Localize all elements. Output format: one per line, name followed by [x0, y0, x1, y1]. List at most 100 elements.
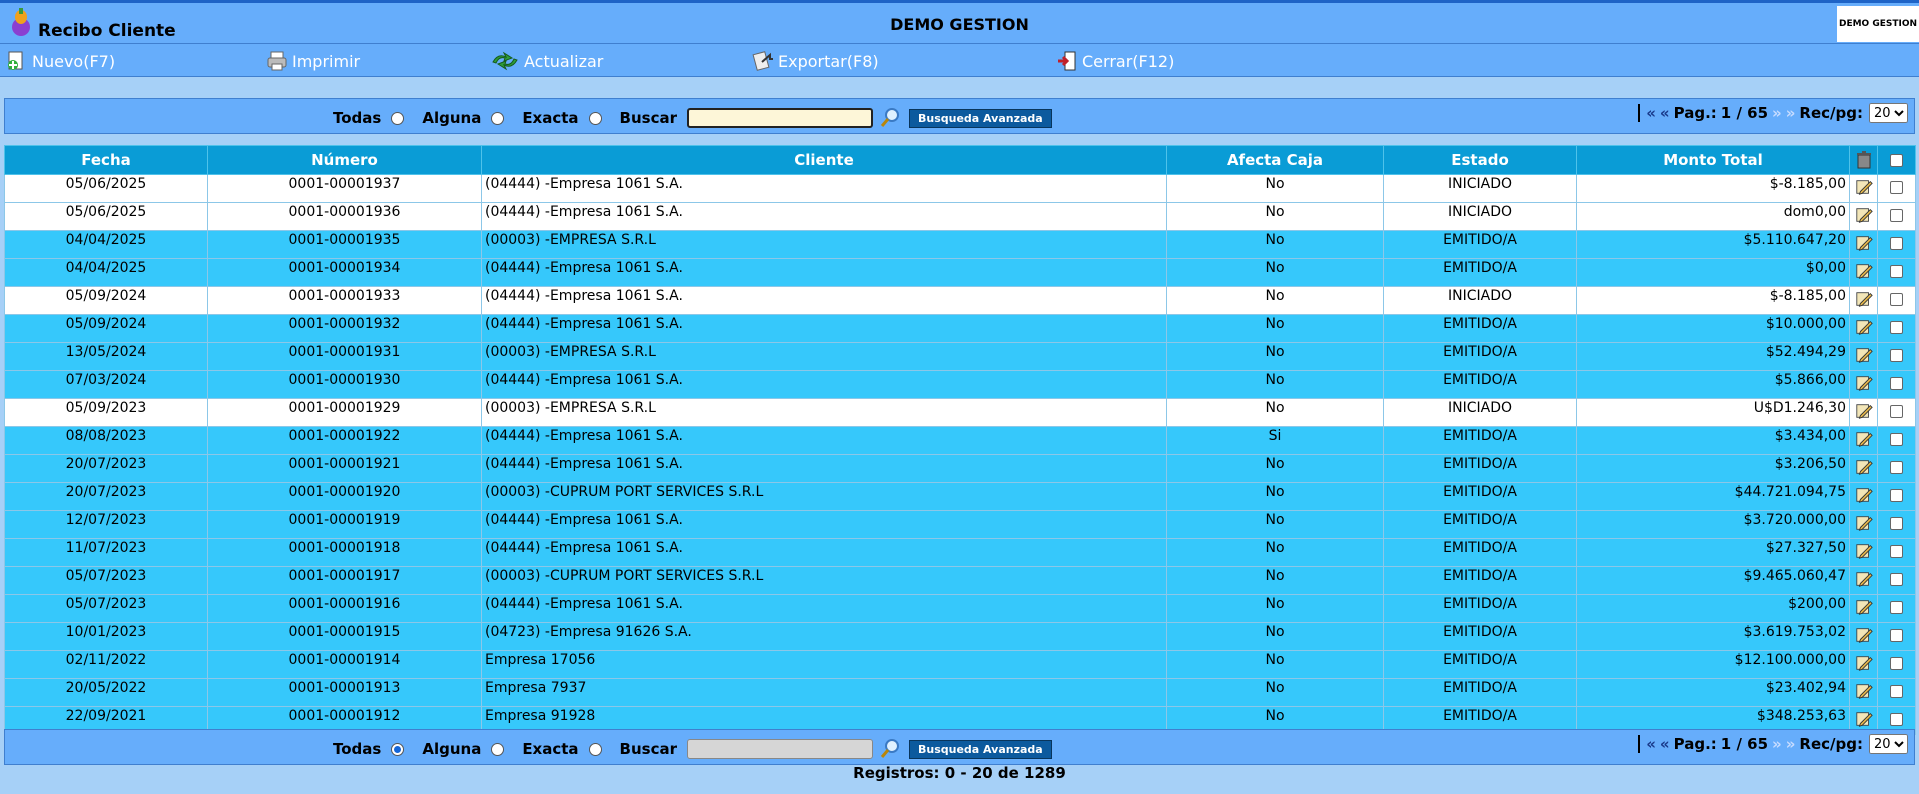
first-page-button[interactable]: «	[1646, 104, 1656, 122]
select-cell[interactable]	[1877, 398, 1916, 427]
edit-icon[interactable]	[1855, 234, 1873, 252]
table-row[interactable]: 11/07/2023 0001-00001918 (04444) -Empresa …	[4, 538, 1916, 567]
select-cell[interactable]	[1877, 594, 1916, 623]
table-row[interactable]: 07/03/2024 0001-00001930 (04444) -Empresa …	[4, 370, 1916, 399]
edit-icon[interactable]	[1855, 682, 1873, 700]
col-numero[interactable]: Número	[207, 145, 482, 175]
col-fecha[interactable]: Fecha	[4, 145, 208, 175]
select-cell[interactable]	[1877, 258, 1916, 287]
row-checkbox[interactable]	[1890, 713, 1903, 726]
edit-cell[interactable]	[1849, 258, 1878, 287]
edit-icon[interactable]	[1855, 710, 1873, 728]
table-row[interactable]: 13/05/2024 0001-00001931 (00003) -EMPRESA …	[4, 342, 1916, 371]
row-checkbox[interactable]	[1890, 573, 1903, 586]
next-page-button[interactable]: »	[1772, 104, 1782, 122]
table-row[interactable]: 05/06/2025 0001-00001937 (04444) -Empresa …	[4, 174, 1916, 203]
edit-cell[interactable]	[1849, 482, 1878, 511]
row-checkbox[interactable]	[1890, 209, 1903, 222]
select-cell[interactable]	[1877, 230, 1916, 259]
row-checkbox[interactable]	[1890, 657, 1903, 670]
edit-cell[interactable]	[1849, 510, 1878, 539]
row-checkbox[interactable]	[1890, 685, 1903, 698]
search-input-bottom[interactable]	[687, 739, 873, 759]
table-row[interactable]: 04/04/2025 0001-00001935 (00003) -EMPRESA …	[4, 230, 1916, 259]
table-row[interactable]: 20/07/2023 0001-00001920 (00003) -CUPRUM P…	[4, 482, 1916, 511]
row-checkbox[interactable]	[1890, 629, 1903, 642]
edit-icon[interactable]	[1855, 598, 1873, 616]
edit-icon[interactable]	[1855, 346, 1873, 364]
edit-cell[interactable]	[1849, 286, 1878, 315]
last-page-button[interactable]: »	[1786, 104, 1796, 122]
row-checkbox[interactable]	[1890, 265, 1903, 278]
row-checkbox[interactable]	[1890, 321, 1903, 334]
imprimir-button[interactable]: Imprimir	[266, 50, 360, 72]
edit-cell[interactable]	[1849, 678, 1878, 707]
col-monto-total[interactable]: Monto Total	[1576, 145, 1850, 175]
select-cell[interactable]	[1877, 538, 1916, 567]
edit-icon[interactable]	[1855, 458, 1873, 476]
todas-radio[interactable]	[391, 111, 405, 125]
table-row[interactable]: 05/09/2023 0001-00001929 (00003) -EMPRESA …	[4, 398, 1916, 427]
prev-page-button[interactable]: «	[1660, 104, 1670, 122]
edit-cell[interactable]	[1849, 538, 1878, 567]
edit-icon[interactable]	[1855, 290, 1873, 308]
row-checkbox[interactable]	[1890, 181, 1903, 194]
search-icon[interactable]	[879, 107, 901, 129]
edit-cell[interactable]	[1849, 398, 1878, 427]
table-row[interactable]: 20/05/2022 0001-00001913 Empresa 7937 No EMI…	[4, 678, 1916, 707]
col-estado[interactable]: Estado	[1383, 145, 1577, 175]
select-cell[interactable]	[1877, 510, 1916, 539]
select-cell[interactable]	[1877, 426, 1916, 455]
cerrar-button[interactable]: Cerrar(F12)	[1056, 50, 1174, 72]
edit-icon[interactable]	[1855, 654, 1873, 672]
edit-icon[interactable]	[1855, 430, 1873, 448]
edit-icon[interactable]	[1855, 570, 1873, 588]
trash-icon[interactable]	[1854, 150, 1874, 170]
select-all-checkbox[interactable]	[1890, 153, 1903, 167]
row-checkbox[interactable]	[1890, 405, 1903, 418]
table-row[interactable]: 05/09/2024 0001-00001933 (04444) -Empresa …	[4, 286, 1916, 315]
edit-cell[interactable]	[1849, 454, 1878, 483]
edit-icon[interactable]	[1855, 374, 1873, 392]
col-afecta-caja[interactable]: Afecta Caja	[1166, 145, 1384, 175]
edit-icon[interactable]	[1855, 626, 1873, 644]
edit-icon[interactable]	[1855, 402, 1873, 420]
row-checkbox[interactable]	[1890, 377, 1903, 390]
actualizar-button[interactable]: Actualizar	[490, 50, 603, 72]
select-cell[interactable]	[1877, 650, 1916, 679]
row-checkbox[interactable]	[1890, 545, 1903, 558]
edit-icon[interactable]	[1855, 514, 1873, 532]
exportar-button[interactable]: Exportar(F8)	[752, 50, 879, 72]
edit-cell[interactable]	[1849, 566, 1878, 595]
nuevo-button[interactable]: Nuevo(F7)	[6, 50, 115, 72]
col-select-all[interactable]	[1877, 145, 1916, 175]
row-checkbox[interactable]	[1890, 517, 1903, 530]
table-row[interactable]: 05/07/2023 0001-00001917 (00003) -CUPRUM P…	[4, 566, 1916, 595]
table-row[interactable]: 10/01/2023 0001-00001915 (04723) -Empresa …	[4, 622, 1916, 651]
select-cell[interactable]	[1877, 314, 1916, 343]
last-page-button[interactable]: »	[1786, 735, 1796, 753]
edit-icon[interactable]	[1855, 178, 1873, 196]
search-icon[interactable]	[879, 738, 901, 760]
edit-cell[interactable]	[1849, 622, 1878, 651]
row-checkbox[interactable]	[1890, 293, 1903, 306]
select-cell[interactable]	[1877, 566, 1916, 595]
row-checkbox[interactable]	[1890, 349, 1903, 362]
select-cell[interactable]	[1877, 678, 1916, 707]
table-row[interactable]: 08/08/2023 0001-00001922 (04444) -Empresa …	[4, 426, 1916, 455]
edit-icon[interactable]	[1855, 206, 1873, 224]
first-page-button[interactable]: «	[1646, 735, 1656, 753]
edit-cell[interactable]	[1849, 314, 1878, 343]
edit-icon[interactable]	[1855, 318, 1873, 336]
edit-icon[interactable]	[1855, 262, 1873, 280]
select-cell[interactable]	[1877, 202, 1916, 231]
advanced-search-button[interactable]: Busqueda Avanzada	[909, 739, 1052, 759]
edit-cell[interactable]	[1849, 426, 1878, 455]
edit-icon[interactable]	[1855, 542, 1873, 560]
col-cliente[interactable]: Cliente	[481, 145, 1167, 175]
table-row[interactable]: 05/07/2023 0001-00001916 (04444) -Empresa …	[4, 594, 1916, 623]
prev-page-button[interactable]: «	[1660, 735, 1670, 753]
advanced-search-button[interactable]: Busqueda Avanzada	[909, 108, 1052, 128]
edit-icon[interactable]	[1855, 486, 1873, 504]
select-cell[interactable]	[1877, 174, 1916, 203]
